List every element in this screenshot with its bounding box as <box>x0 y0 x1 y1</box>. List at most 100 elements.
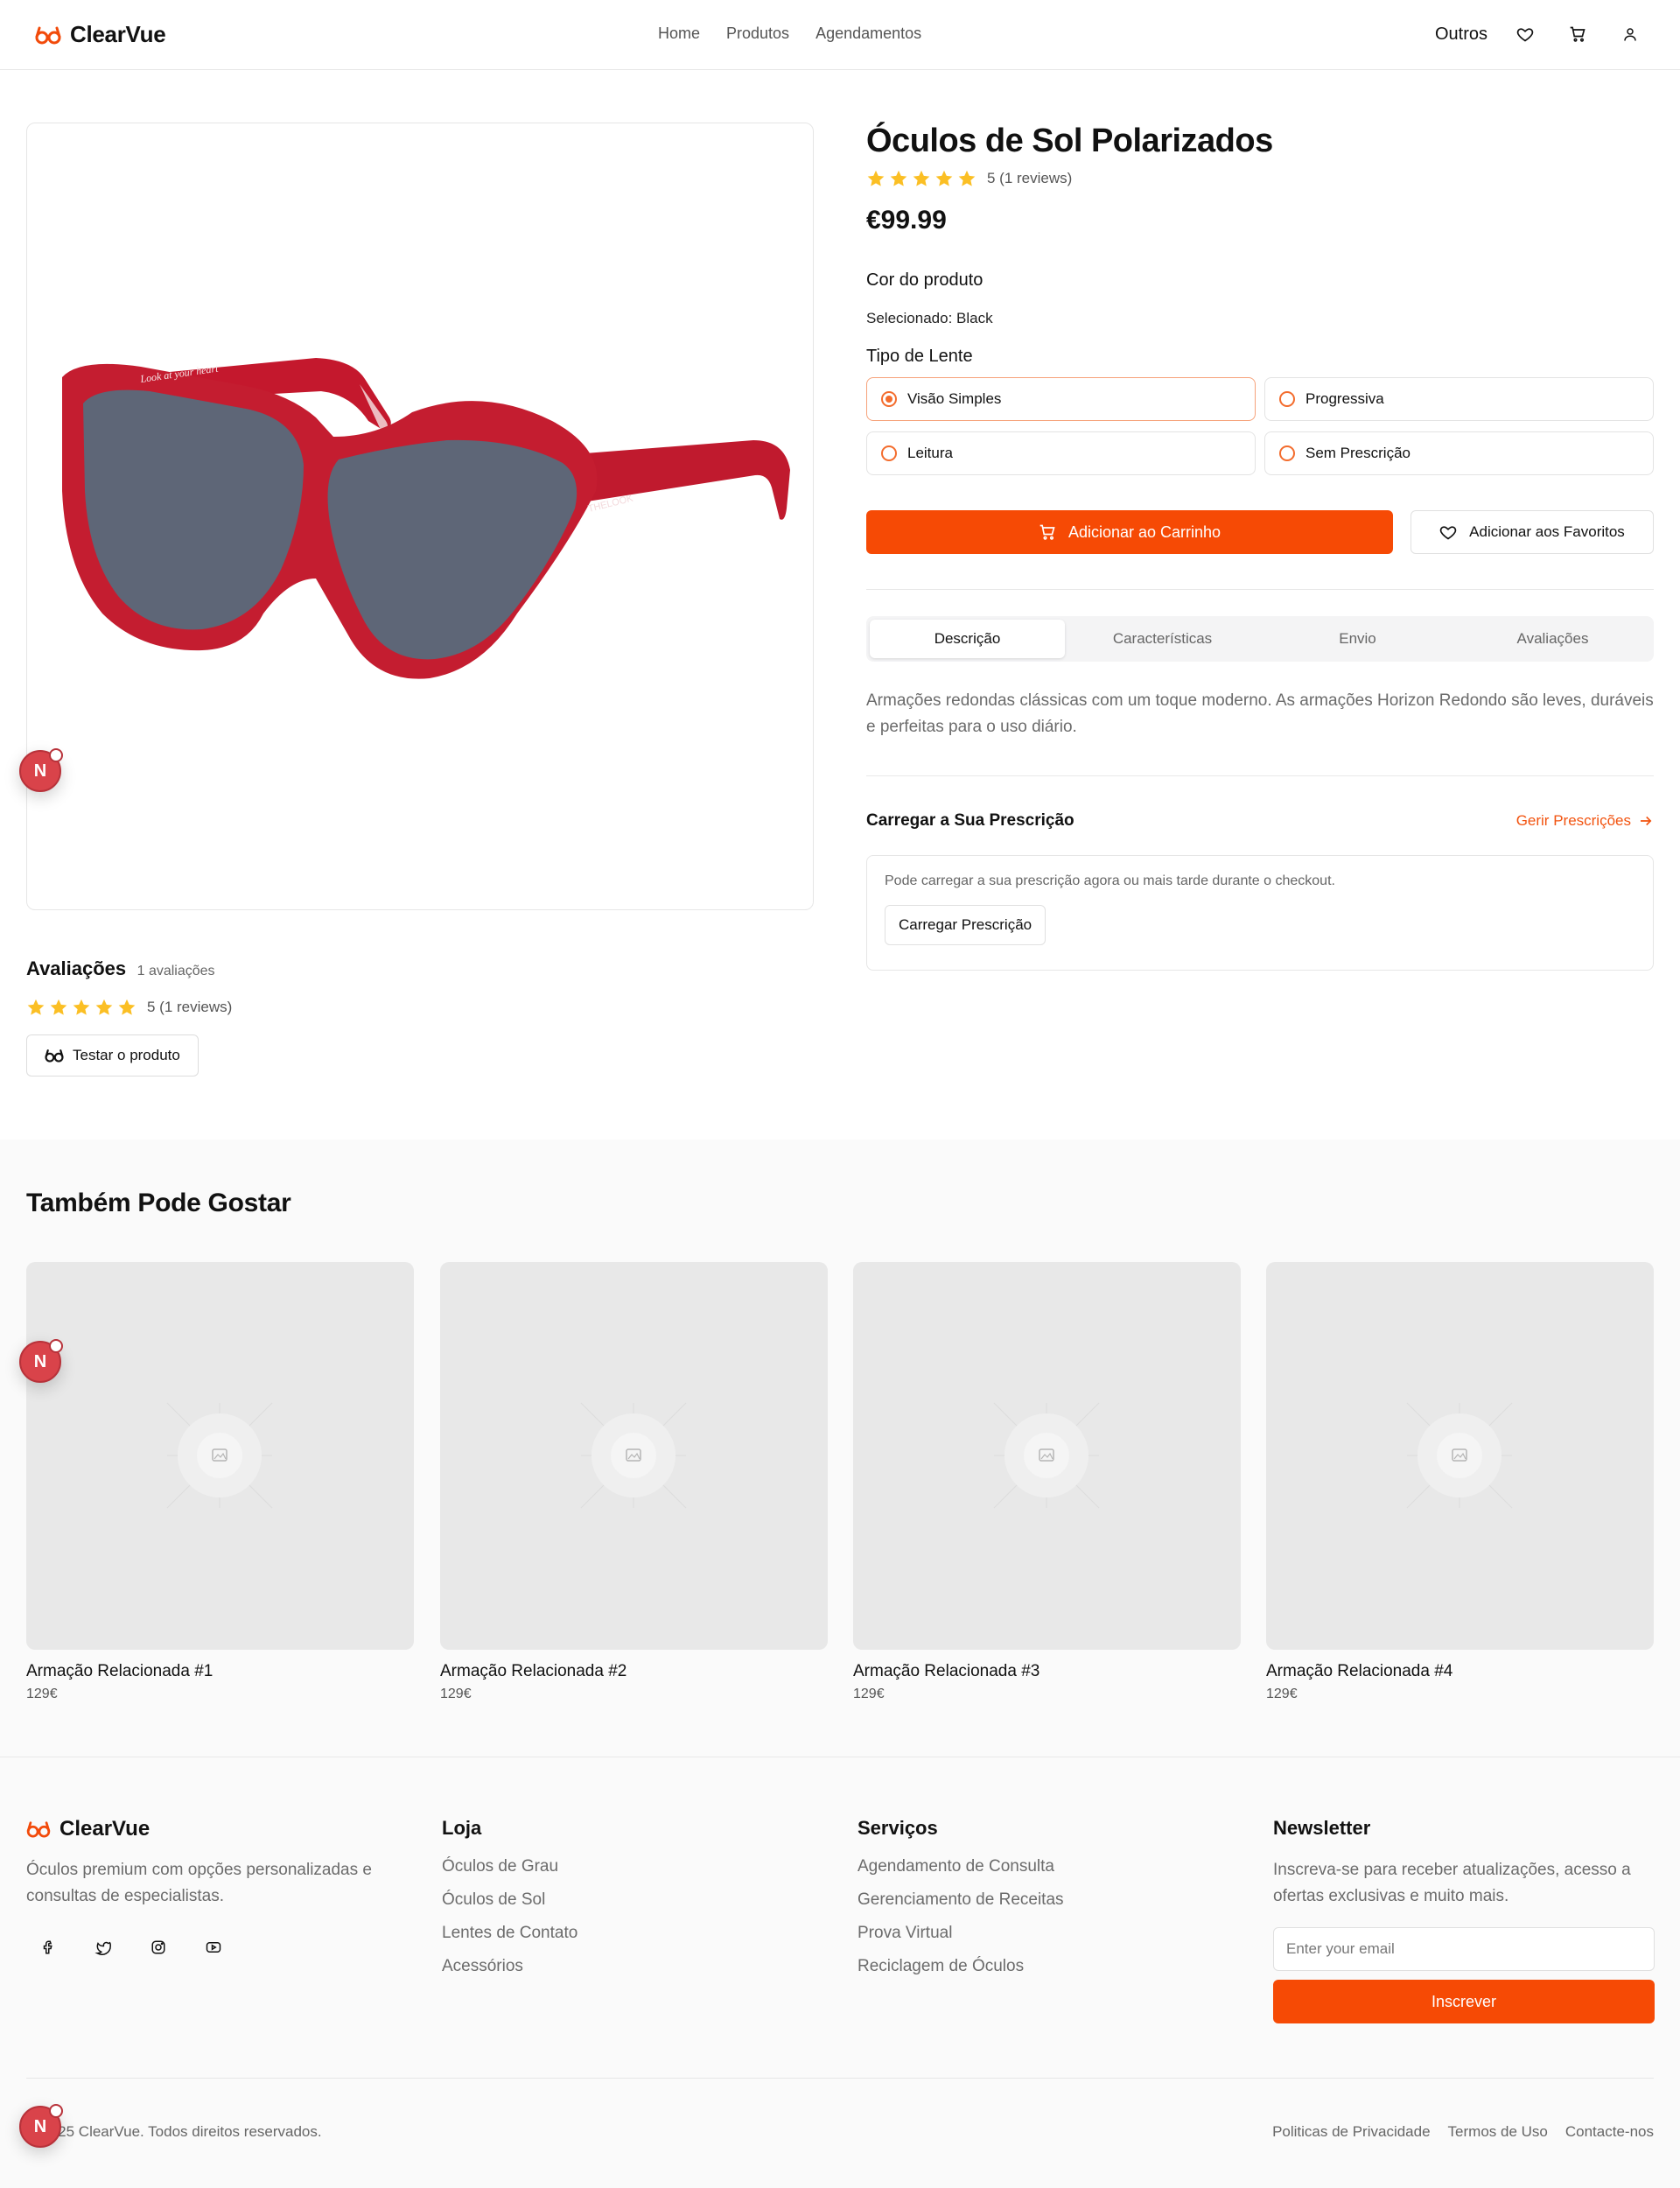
reviews-heading: Avaliações 1 avaliações <box>26 957 232 980</box>
newsletter-text: Inscreva-se para receber atualizações, a… <box>1273 1861 1631 1905</box>
related-card-1[interactable]: Armação Relacionada #1 129€ <box>26 1262 414 1702</box>
footer-link[interactable]: Prova Virtual <box>858 1924 1064 1943</box>
product-title: Óculos de Sol Polarizados <box>866 123 1273 159</box>
manage-prescriptions-label: Gerir Prescrições <box>1516 812 1631 829</box>
related-name: Armação Relacionada #4 <box>1266 1662 1453 1680</box>
nav-agendamentos[interactable]: Agendamentos <box>816 25 921 43</box>
star-icon <box>890 170 907 186</box>
terms-link[interactable]: Termos de Uso <box>1448 2123 1548 2141</box>
product-rating: 5 (1 reviews) <box>866 169 1654 188</box>
related-card-2[interactable]: Armação Relacionada #2 129€ <box>440 1262 828 1702</box>
tab-caracteristicas[interactable]: Características <box>1065 620 1260 658</box>
footer-link[interactable]: Reciclagem de Óculos <box>858 1957 1064 1976</box>
lens-option-visao-simples[interactable]: Visão Simples <box>866 377 1256 421</box>
image-placeholder-icon <box>166 1402 273 1509</box>
manage-prescriptions-link[interactable]: Gerir Prescrições <box>1516 812 1654 830</box>
footer-link[interactable]: Óculos de Sol <box>442 1890 578 1910</box>
brand-logo[interactable]: ClearVue <box>35 21 166 48</box>
footer-servicos-title: Serviços <box>858 1817 938 1839</box>
add-to-cart-button[interactable]: Adicionar ao Carrinho <box>866 510 1393 554</box>
dev-badge-letter: N <box>33 1351 47 1371</box>
image-placeholder-icon <box>1406 1402 1513 1509</box>
related-image-placeholder <box>1266 1262 1654 1650</box>
related-image-placeholder <box>440 1262 828 1650</box>
dev-badge-letter: N <box>33 2116 47 2136</box>
color-selected: Selecionado: Black <box>866 310 993 326</box>
related-products: Também Pode Gostar Armação Relacionada #… <box>0 1140 1680 1757</box>
lens-option-progressiva[interactable]: Progressiva <box>1264 377 1654 421</box>
lens-option-label: Progressiva <box>1306 390 1384 407</box>
product-image-card: THELOOK Look at your heart <box>26 123 814 910</box>
youtube-icon[interactable] <box>205 1939 222 1955</box>
prescription-upload-box: Pode carregar a sua prescrição agora ou … <box>866 855 1654 971</box>
radio-icon <box>1279 445 1295 461</box>
star-icon <box>867 170 885 186</box>
dev-badge[interactable]: N <box>19 1339 63 1383</box>
footer-link[interactable]: Óculos de Grau <box>442 1857 578 1876</box>
star-icon <box>935 170 953 186</box>
brand-name: ClearVue <box>70 21 166 47</box>
facebook-icon[interactable] <box>40 1939 56 1955</box>
dev-badge[interactable]: N <box>19 748 63 792</box>
cart-icon <box>1570 26 1586 42</box>
newsletter-subscribe-button[interactable]: Inscrever <box>1273 1980 1655 2023</box>
lens-option-label: Visão Simples <box>907 390 1002 407</box>
footer-tagline: Óculos premium com opções personalizadas… <box>26 1861 372 1905</box>
related-price: 129€ <box>853 1687 885 1701</box>
try-product-button[interactable]: Testar o produto <box>26 1034 199 1076</box>
lens-option-label: Sem Prescrição <box>1306 445 1410 461</box>
add-to-favorites-label: Adicionar aos Favoritos <box>1469 523 1625 540</box>
tab-envio[interactable]: Envio <box>1260 620 1455 658</box>
social-links <box>26 1939 411 1955</box>
product-image: THELOOK Look at your heart <box>62 358 790 679</box>
related-name: Armação Relacionada #1 <box>26 1662 214 1680</box>
related-name: Armação Relacionada #2 <box>440 1662 627 1680</box>
footer-loja-column: Loja Óculos de Grau Óculos de Sol Lentes… <box>442 1817 578 1976</box>
footer-link[interactable]: Lentes de Contato <box>442 1924 578 1943</box>
glasses-icon <box>45 1049 64 1062</box>
reviews-title: Avaliações <box>26 957 127 979</box>
reviews-summary: Avaliações 1 avaliações 5 (1 reviews) Te… <box>26 957 232 1076</box>
wishlist-button[interactable] <box>1510 19 1540 49</box>
tab-avaliacoes[interactable]: Avaliações <box>1455 620 1650 658</box>
footer-divider <box>26 2078 1654 2079</box>
twitter-icon[interactable] <box>94 1939 112 1955</box>
site-footer: ClearVue Óculos premium com opções perso… <box>0 1757 1680 2188</box>
instagram-icon[interactable] <box>150 1939 166 1955</box>
cart-button[interactable] <box>1563 19 1592 49</box>
copyright: © 2025 ClearVue. Todos direitos reservad… <box>26 2123 322 2140</box>
add-to-favorites-button[interactable]: Adicionar aos Favoritos <box>1410 510 1654 554</box>
lens-option-leitura[interactable]: Leitura <box>866 431 1256 475</box>
footer-link[interactable]: Acessórios <box>442 1957 578 1976</box>
privacy-link[interactable]: Politicas de Privacidade <box>1272 2123 1430 2141</box>
image-placeholder-icon <box>580 1402 687 1509</box>
account-button[interactable] <box>1615 19 1645 49</box>
related-image-placeholder <box>853 1262 1241 1650</box>
divider <box>866 589 1654 590</box>
lens-option-sem-prescricao[interactable]: Sem Prescrição <box>1264 431 1654 475</box>
outros-menu[interactable]: Outros <box>1435 25 1488 45</box>
newsletter-title: Newsletter <box>1273 1817 1371 1839</box>
footer-newsletter-column: Newsletter Inscreva-se para receber atua… <box>1273 1817 1655 2023</box>
related-title: Também Pode Gostar <box>26 1189 291 1217</box>
newsletter-email-input[interactable] <box>1273 1927 1655 1971</box>
star-icon <box>118 999 136 1015</box>
dev-badge[interactable]: N <box>19 2104 63 2148</box>
upload-prescription-button[interactable]: Carregar Prescrição <box>885 905 1046 945</box>
footer-link[interactable]: Gerenciamento de Receitas <box>858 1890 1064 1910</box>
footer-brand-column: ClearVue Óculos premium com opções perso… <box>26 1817 411 1955</box>
related-card-4[interactable]: Armação Relacionada #4 129€ <box>1266 1262 1654 1702</box>
related-card-3[interactable]: Armação Relacionada #3 129€ <box>853 1262 1241 1702</box>
header-actions: Outros <box>1435 19 1645 49</box>
tab-descricao[interactable]: Descrição <box>870 620 1065 658</box>
contact-link[interactable]: Contacte-nos <box>1565 2123 1654 2141</box>
radio-icon <box>1279 391 1295 407</box>
nav-home[interactable]: Home <box>658 25 700 43</box>
footer-logo[interactable]: ClearVue <box>26 1817 411 1841</box>
nav-produtos[interactable]: Produtos <box>726 25 789 43</box>
related-image-placeholder <box>26 1262 414 1650</box>
site-header: ClearVue Home Produtos Agendamentos Outr… <box>0 0 1680 70</box>
reviews-count: 1 avaliações <box>136 964 215 978</box>
glasses-icon <box>35 26 61 44</box>
footer-link[interactable]: Agendamento de Consulta <box>858 1857 1064 1876</box>
